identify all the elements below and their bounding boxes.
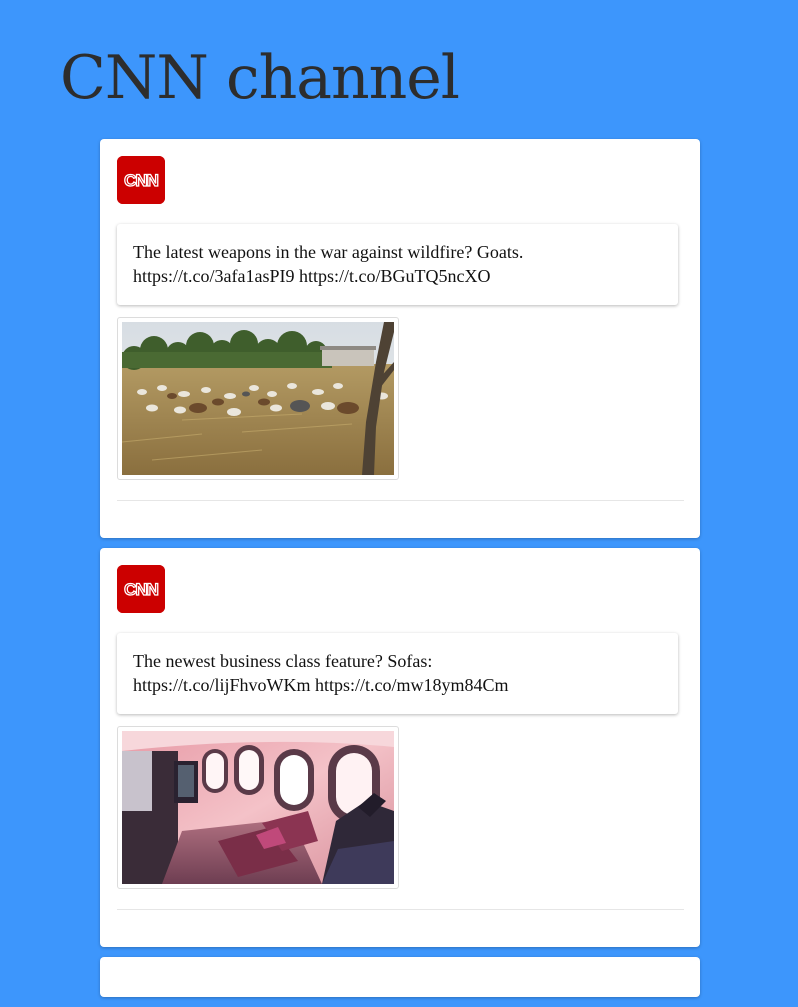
post-text-line-1: The newest business class feature? Sofas…	[133, 651, 433, 671]
post-text: The latest weapons in the war against wi…	[117, 224, 678, 305]
cnn-logo-icon: CNN	[117, 156, 165, 204]
post-text-line-1: The latest weapons in the war against wi…	[133, 242, 524, 262]
post-image[interactable]	[117, 317, 399, 480]
airplane-cabin-photo	[122, 731, 394, 884]
page-title: CNN channel	[60, 43, 460, 113]
post-image[interactable]	[117, 726, 399, 889]
cnn-logo[interactable]: CNN	[117, 156, 165, 204]
logo-text: CNN	[124, 171, 159, 190]
post-text: The newest business class feature? Sofas…	[117, 633, 678, 714]
post-feed: CNN The latest weapons in the war agains…	[100, 139, 700, 1007]
goats-grazing-photo	[122, 322, 394, 475]
card-divider	[117, 500, 684, 501]
post-links[interactable]: https://t.co/3afa1asPI9 https://t.co/BGu…	[133, 264, 662, 288]
post-card	[100, 957, 700, 997]
card-divider	[117, 909, 684, 910]
cnn-logo-icon: CNN	[117, 565, 165, 613]
post-card: CNN The latest weapons in the war agains…	[100, 139, 700, 538]
post-card: CNN The newest business class feature? S…	[100, 548, 700, 947]
post-links[interactable]: https://t.co/lijFhvoWKm https://t.co/mw1…	[133, 673, 662, 697]
cnn-logo[interactable]: CNN	[117, 565, 165, 613]
logo-text: CNN	[124, 580, 159, 599]
